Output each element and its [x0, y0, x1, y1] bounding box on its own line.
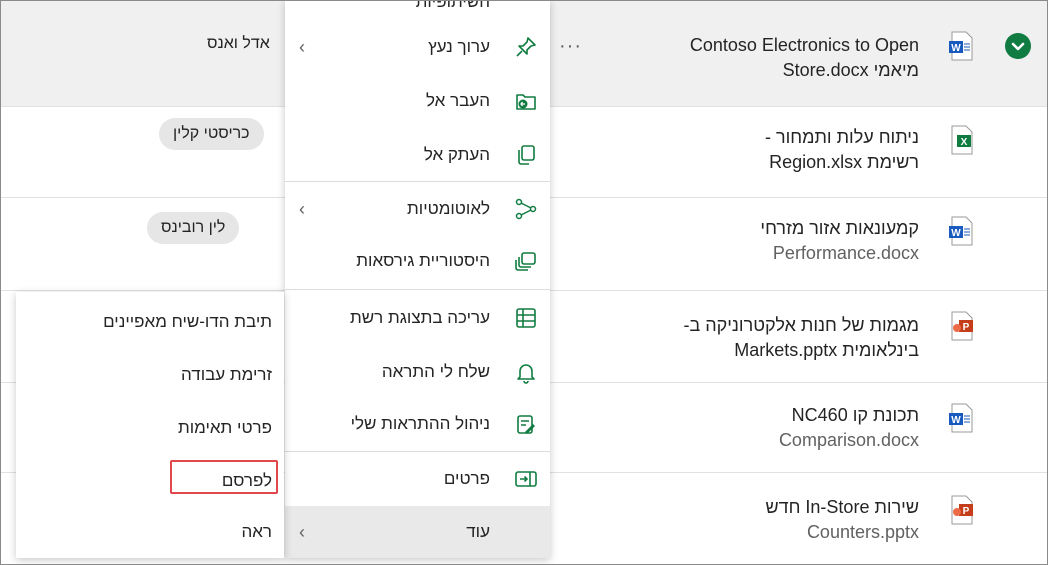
file-name[interactable]: קמעונאות אזור מזרחי Performance.docx: [589, 216, 919, 266]
menu-item-move-to[interactable]: העבר אל: [285, 76, 550, 126]
file-name-line2: מיאמי Store.docx: [782, 60, 919, 80]
excel-file-icon: X: [949, 125, 975, 155]
move-to-icon: [514, 89, 538, 113]
file-name[interactable]: ניתוח עלות ותמחור - רשימת Region.xlsx: [589, 125, 919, 175]
file-list-view: W Contoso Electronics to Open מיאמי Stor…: [0, 0, 1048, 565]
menu-item-label: ניהול ההתראות שלי: [350, 414, 490, 433]
menu-divider: [285, 181, 550, 182]
submenu-item-label: פרטי תאימות: [177, 418, 272, 437]
submenu-item-workflow[interactable]: זרימת עבודה: [16, 349, 284, 401]
file-name-line1: קמעונאות אזור מזרחי: [760, 218, 919, 238]
menu-item-grid-edit[interactable]: עריכה בתצוגת רשת: [285, 293, 550, 343]
menu-item-manage-alerts[interactable]: ניהול ההתראות שלי: [285, 399, 550, 449]
word-file-icon: W: [949, 31, 975, 61]
more-options-icon[interactable]: ···: [559, 35, 582, 58]
submenu-item-label: זרימת עבודה: [181, 365, 272, 384]
publish-highlight-box: [170, 460, 278, 494]
menu-divider: [285, 451, 550, 452]
file-name[interactable]: שירות In-Store חדש Counters.pptx: [589, 495, 919, 545]
svg-text:W: W: [951, 228, 961, 239]
menu-item-version-history[interactable]: היסטוריית גירסאות: [285, 236, 550, 286]
grid-view-icon: [514, 306, 538, 330]
file-name-line2: Comparison.docx: [778, 430, 919, 450]
bell-icon: [514, 360, 538, 384]
file-name[interactable]: מגמות של חנות אלקטרוניקה ב- בינלאומית Ma…: [589, 313, 919, 363]
menu-item-label: היסטוריית גירסאות: [356, 251, 490, 270]
submenu-item-properties[interactable]: תיבת הדו-שיח מאפיינים: [16, 296, 284, 348]
more-submenu: תיבת הדו-שיח מאפיינים זרימת עבודה פרטי ת…: [16, 292, 284, 558]
file-name-line1: שירות In-Store חדש: [765, 497, 919, 517]
automate-icon: [514, 197, 538, 221]
context-menu: השיתופיות ערוך נעץ ‹ העבר אל העתק אל לאו…: [285, 1, 550, 558]
file-name-line1: Contoso Electronics to Open: [689, 35, 919, 55]
chevron-left-icon: ‹: [299, 199, 305, 219]
owner-name: אדל ואנס: [207, 35, 270, 52]
menu-item-label: עריכה בתצוגת רשת: [350, 308, 490, 327]
version-history-icon: [514, 249, 538, 273]
details-icon: [514, 467, 538, 491]
file-name[interactable]: Contoso Electronics to Open מיאמי Store.…: [589, 33, 919, 83]
owner-pill[interactable]: לין רובינס: [147, 212, 240, 244]
file-name-line1: מגמות של חנות אלקטרוניקה ב-: [683, 315, 919, 335]
menu-item-label: העבר אל: [426, 91, 490, 110]
menu-item-label: לאוטומטיות: [407, 199, 490, 218]
file-name-line1: תכונת קו NC460: [791, 405, 919, 425]
submenu-item-see[interactable]: ראה: [16, 506, 284, 558]
powerpoint-file-icon: P: [949, 311, 975, 341]
menu-item-label: עוד: [466, 522, 490, 541]
svg-text:W: W: [951, 43, 961, 54]
svg-text:P: P: [963, 322, 970, 333]
menu-item-label: ערוך נעץ: [428, 37, 490, 56]
chevron-left-icon: ‹: [299, 37, 305, 57]
file-name-line2: Counters.pptx: [806, 522, 919, 542]
copy-to-icon: [514, 143, 538, 167]
file-name-line1: ניתוח עלות ותמחור -: [764, 127, 919, 147]
submenu-item-label: תיבת הדו-שיח מאפיינים: [103, 312, 272, 331]
menu-item-details[interactable]: פרטים: [285, 454, 550, 504]
file-name-line2: בינלאומית Markets.pptx: [734, 340, 919, 360]
menu-item-automate[interactable]: לאוטומטיות ‹: [285, 184, 550, 234]
menu-item-alert-me[interactable]: שלח לי התראה: [285, 347, 550, 397]
file-name-line2: רשימת Region.xlsx: [769, 152, 919, 172]
selected-check-icon[interactable]: [1005, 33, 1031, 59]
svg-text:X: X: [961, 137, 968, 148]
submenu-item-label: ראה: [241, 522, 272, 541]
menu-item-label: פרטים: [443, 469, 490, 488]
svg-text:W: W: [951, 415, 961, 426]
submenu-item-compliance[interactable]: פרטי תאימות: [16, 402, 284, 454]
word-file-icon: W: [949, 403, 975, 433]
pin-icon: [514, 35, 538, 59]
menu-item-label: העתק אל: [423, 145, 490, 164]
manage-alerts-icon: [514, 412, 538, 436]
file-name[interactable]: תכונת קו NC460 Comparison.docx: [589, 403, 919, 453]
menu-item-edit-pin[interactable]: ערוך נעץ ‹: [285, 22, 550, 72]
menu-item-label: שלח לי התראה: [381, 362, 490, 381]
menu-item-cut-off[interactable]: השיתופיות: [416, 1, 490, 12]
word-file-icon: W: [949, 216, 975, 246]
svg-text:P: P: [963, 506, 970, 517]
menu-item-copy-to[interactable]: העתק אל: [285, 130, 550, 180]
menu-item-more[interactable]: עוד ‹: [285, 506, 550, 558]
powerpoint-file-icon: P: [949, 495, 975, 525]
file-name-line2: Performance.docx: [772, 243, 919, 263]
menu-divider: [285, 289, 550, 290]
chevron-left-icon: ‹: [299, 522, 305, 542]
owner-pill[interactable]: כריסטי קלין: [159, 118, 264, 150]
